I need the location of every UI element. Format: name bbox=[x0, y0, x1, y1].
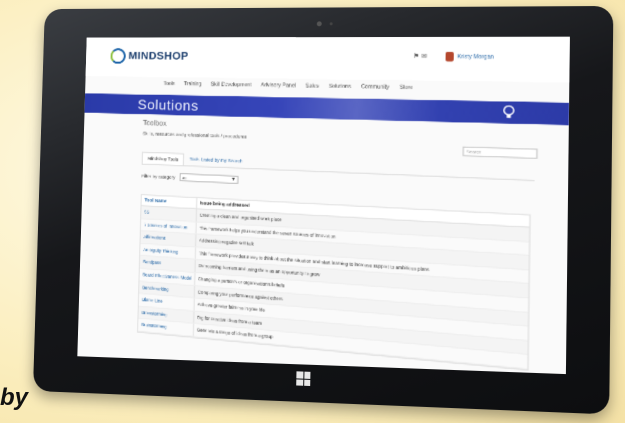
logo-swoosh-icon bbox=[110, 48, 126, 64]
nav-item-skill-development[interactable]: Skill Development bbox=[210, 82, 252, 93]
chevron-down-icon: ▾ bbox=[232, 176, 235, 183]
caption-text: by bbox=[0, 384, 29, 411]
nav-item-sales[interactable]: Sales bbox=[305, 83, 319, 94]
nav-item-tools[interactable]: Tools bbox=[163, 81, 175, 91]
site-header: MINDSHOP ⚑ ✉ Kristy Morgan bbox=[85, 37, 570, 84]
main-content: Toolbox Skills, resources and profession… bbox=[137, 120, 561, 371]
nav-item-advisory-panel[interactable]: Advisory Panel bbox=[261, 82, 296, 93]
page-title: Solutions bbox=[137, 96, 199, 114]
tablet-screen: MINDSHOP ⚑ ✉ Kristy Morgan Tools Trainin… bbox=[77, 36, 570, 375]
search-input[interactable]: Search bbox=[462, 146, 538, 159]
windows-logo-icon[interactable] bbox=[296, 371, 311, 387]
category-select[interactable]: All ▾ bbox=[179, 173, 238, 184]
brand-name: MINDSHOP bbox=[128, 50, 189, 63]
nav-item-solutions[interactable]: Solutions bbox=[329, 83, 352, 94]
category-select-value: All bbox=[182, 175, 187, 181]
tools-table: Tool Name Issue being addressed 5S Creat… bbox=[137, 194, 531, 371]
brand-logo[interactable]: MINDSHOP bbox=[110, 48, 189, 64]
filter-label: Filter by category bbox=[141, 172, 176, 180]
category-filter: Filter by category All ▾ bbox=[141, 171, 238, 184]
sensor-icon bbox=[329, 22, 333, 26]
nav-item-community[interactable]: Community bbox=[361, 84, 389, 95]
web-page: MINDSHOP ⚑ ✉ Kristy Morgan Tools Trainin… bbox=[77, 37, 570, 374]
nav-item-training[interactable]: Training bbox=[184, 81, 202, 91]
avatar bbox=[445, 51, 454, 62]
tab-mindshop-tools[interactable]: Mindshop Tools bbox=[141, 151, 185, 166]
lightbulb-icon bbox=[503, 105, 515, 119]
tab-search-results[interactable]: Tools Listed by my Search bbox=[184, 153, 248, 168]
nav-item-store[interactable]: Store bbox=[399, 85, 413, 96]
camera-icon bbox=[316, 21, 322, 27]
notification-icons[interactable]: ⚑ ✉ bbox=[413, 53, 427, 61]
user-name: Kristy Morgan bbox=[457, 53, 494, 61]
tablet-device: MINDSHOP ⚑ ✉ Kristy Morgan Tools Trainin… bbox=[32, 5, 614, 415]
user-menu[interactable]: Kristy Morgan bbox=[445, 51, 494, 62]
